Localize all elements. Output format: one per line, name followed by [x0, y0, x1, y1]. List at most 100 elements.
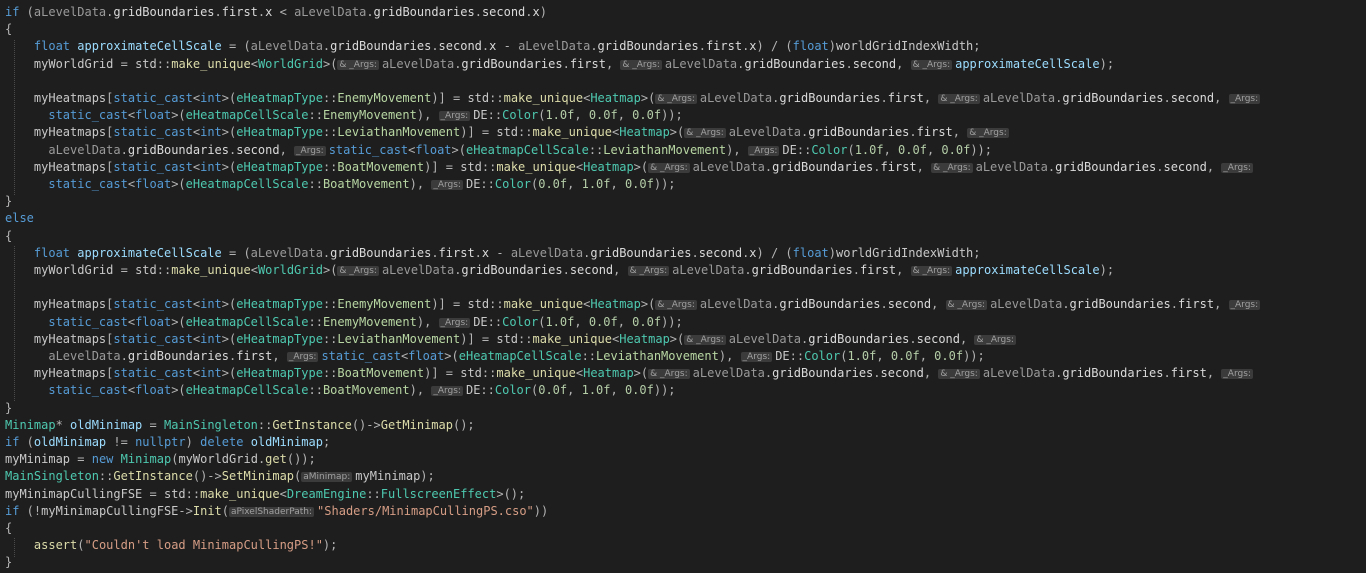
keyword-token: float [135, 108, 172, 123]
inlay-hint: & _Args: [938, 94, 980, 104]
punctuation: >( [221, 91, 237, 105]
punctuation: )); [661, 108, 683, 123]
code-line[interactable]: myMinimapCullingFSE = std::make_unique<D… [5, 486, 1363, 503]
code-line[interactable]: static_cast<float>(eHeatmapCellScale::En… [5, 107, 1363, 124]
namespace-token: DE [473, 108, 488, 123]
code-line[interactable]: if (oldMinimap != nullptr) delete oldMin… [5, 434, 1363, 451]
namespace-token: DE [465, 383, 481, 398]
member-variable-token: myMinimap [355, 469, 421, 484]
member-token: gridBoundaries [373, 5, 475, 19]
parameter-token: aLevelData [692, 366, 765, 381]
enum-value-token: BoatMovement [322, 383, 410, 398]
code-line[interactable]: else [5, 210, 1363, 227]
code-line[interactable]: myHeatmaps[static_cast<int>(eHeatmapType… [5, 296, 1363, 313]
code-line[interactable]: static_cast<float>(eHeatmapCellScale::En… [5, 314, 1363, 331]
type-token: Color [502, 108, 539, 123]
punctuation: { [5, 521, 13, 535]
code-line[interactable]: } [5, 400, 1363, 417]
number-literal: 0.0f [632, 108, 662, 123]
type-token: eHeatmapType [236, 331, 323, 346]
function-token: make_unique [503, 297, 584, 312]
code-line[interactable]: myMinimap = new Minimap(myWorldGrid.get(… [5, 451, 1363, 468]
inlay-hint: _Args: [438, 317, 471, 328]
code-line[interactable]: myHeatmaps[static_cast<int>(eHeatmapType… [5, 90, 1363, 107]
inlay-hint: & _Args: [620, 59, 662, 70]
punctuation: >( [171, 383, 186, 398]
member-token: gridBoundaries [1062, 91, 1164, 105]
code-line[interactable]: } [5, 193, 1363, 210]
punctuation: . [474, 5, 482, 19]
punctuation: , [1206, 366, 1222, 381]
punctuation: < [127, 108, 136, 123]
code-line[interactable]: myWorldGrid = std::make_unique<WorldGrid… [5, 56, 1363, 73]
parameter-token: aLevelData [250, 39, 323, 54]
code-line[interactable]: myHeatmaps[static_cast<int>(eHeatmapType… [5, 159, 1363, 176]
member-variable-token: myWorldGrid [178, 452, 258, 467]
punctuation: ; [973, 245, 981, 260]
inlay-hint: & _Args: [655, 300, 697, 311]
code-line[interactable]: static_cast<float>(eHeatmapCellScale::Bo… [5, 176, 1363, 193]
code-line[interactable]: myHeatmaps[static_cast<int>(eHeatmapType… [5, 331, 1363, 348]
punctuation: :: [308, 108, 323, 123]
punctuation: >( [669, 331, 685, 346]
member-token: gridBoundaries [772, 159, 874, 174]
inlay-hint: & _Args: [967, 128, 1009, 139]
code-line[interactable]: myHeatmaps[static_cast<int>(eHeatmapType… [5, 365, 1363, 382]
member-token: gridBoundaries [1062, 366, 1164, 381]
type-token: FullscreenEffect [380, 486, 497, 501]
type-token: Minimap [5, 417, 56, 432]
inlay-hint: & _Args: [655, 94, 697, 104]
code-line[interactable]: if (aLevelData.gridBoundaries.first.x < … [5, 4, 1363, 21]
type-token: WorldGrid [257, 263, 323, 277]
inlay-hint: & _Args: [945, 300, 988, 311]
code-line[interactable]: aLevelData.gridBoundaries.second, _Args:… [5, 142, 1363, 159]
punctuation: , [876, 349, 891, 363]
punctuation: , [931, 297, 946, 312]
keyword-token: int [200, 125, 222, 140]
member-variable-token: myHeatmaps [33, 366, 107, 381]
code-line[interactable]: myWorldGrid = std::make_unique<WorldGrid… [5, 262, 1363, 279]
punctuation: - [489, 245, 511, 260]
code-line[interactable] [5, 73, 1363, 90]
punctuation: :: [185, 486, 201, 501]
code-line[interactable]: { [5, 520, 1363, 537]
namespace-token: std [460, 159, 482, 174]
code-line[interactable]: aLevelData.gridBoundaries.first, _Args: s… [5, 348, 1363, 365]
code-line[interactable]: if (!myMinimapCullingFSE->Init(aPixelSha… [5, 503, 1363, 520]
parameter-token: aLevelData [975, 159, 1048, 174]
punctuation: ()-> [351, 417, 381, 432]
punctuation: ) [828, 245, 837, 260]
member-token: x [532, 5, 540, 19]
punctuation: :: [366, 486, 381, 501]
member-token: x [749, 39, 757, 54]
punctuation: , [896, 263, 911, 277]
code-line[interactable]: float approximateCellScale = (aLevelData… [5, 38, 1363, 55]
code-line[interactable]: } [5, 554, 1363, 571]
number-literal: 1.0f [545, 314, 575, 329]
code-line[interactable]: { [5, 21, 1363, 38]
member-token: first [221, 5, 258, 19]
inlay-hint: & _Args: [684, 128, 726, 139]
code-line[interactable]: Minimap* oldMinimap = MainSingleton::Get… [5, 417, 1363, 434]
keyword-token: static_cast [48, 108, 128, 123]
punctuation: :: [322, 91, 338, 105]
local-variable-token: approximateCellScale [955, 263, 1100, 277]
number-literal: 0.0f [588, 314, 618, 329]
code-line[interactable]: static_cast<float>(eHeatmapCellScale::Bo… [5, 382, 1363, 399]
punctuation: :: [489, 297, 504, 312]
enum-value-token: BoatMovement [337, 159, 425, 174]
code-line[interactable]: myHeatmaps[static_cast<int>(eHeatmapType… [5, 124, 1363, 141]
function-token: Init [192, 503, 222, 518]
inlay-hint: aPixelShaderPath: [229, 506, 315, 517]
punctuation: . [1047, 159, 1056, 174]
code-line[interactable]: assert("Couldn't load MinimapCullingPS!"… [5, 537, 1363, 554]
code-editor[interactable]: if (aLevelData.gridBoundaries.first.x < … [0, 0, 1366, 573]
punctuation: . [873, 159, 881, 174]
code-line[interactable]: MainSingleton::GetInstance()->SetMinimap… [5, 468, 1363, 485]
code-line[interactable] [5, 279, 1363, 296]
code-line[interactable]: float approximateCellScale = (aLevelData… [5, 245, 1363, 262]
parameter-token: aLevelData [990, 297, 1063, 312]
code-line[interactable]: { [5, 228, 1363, 245]
